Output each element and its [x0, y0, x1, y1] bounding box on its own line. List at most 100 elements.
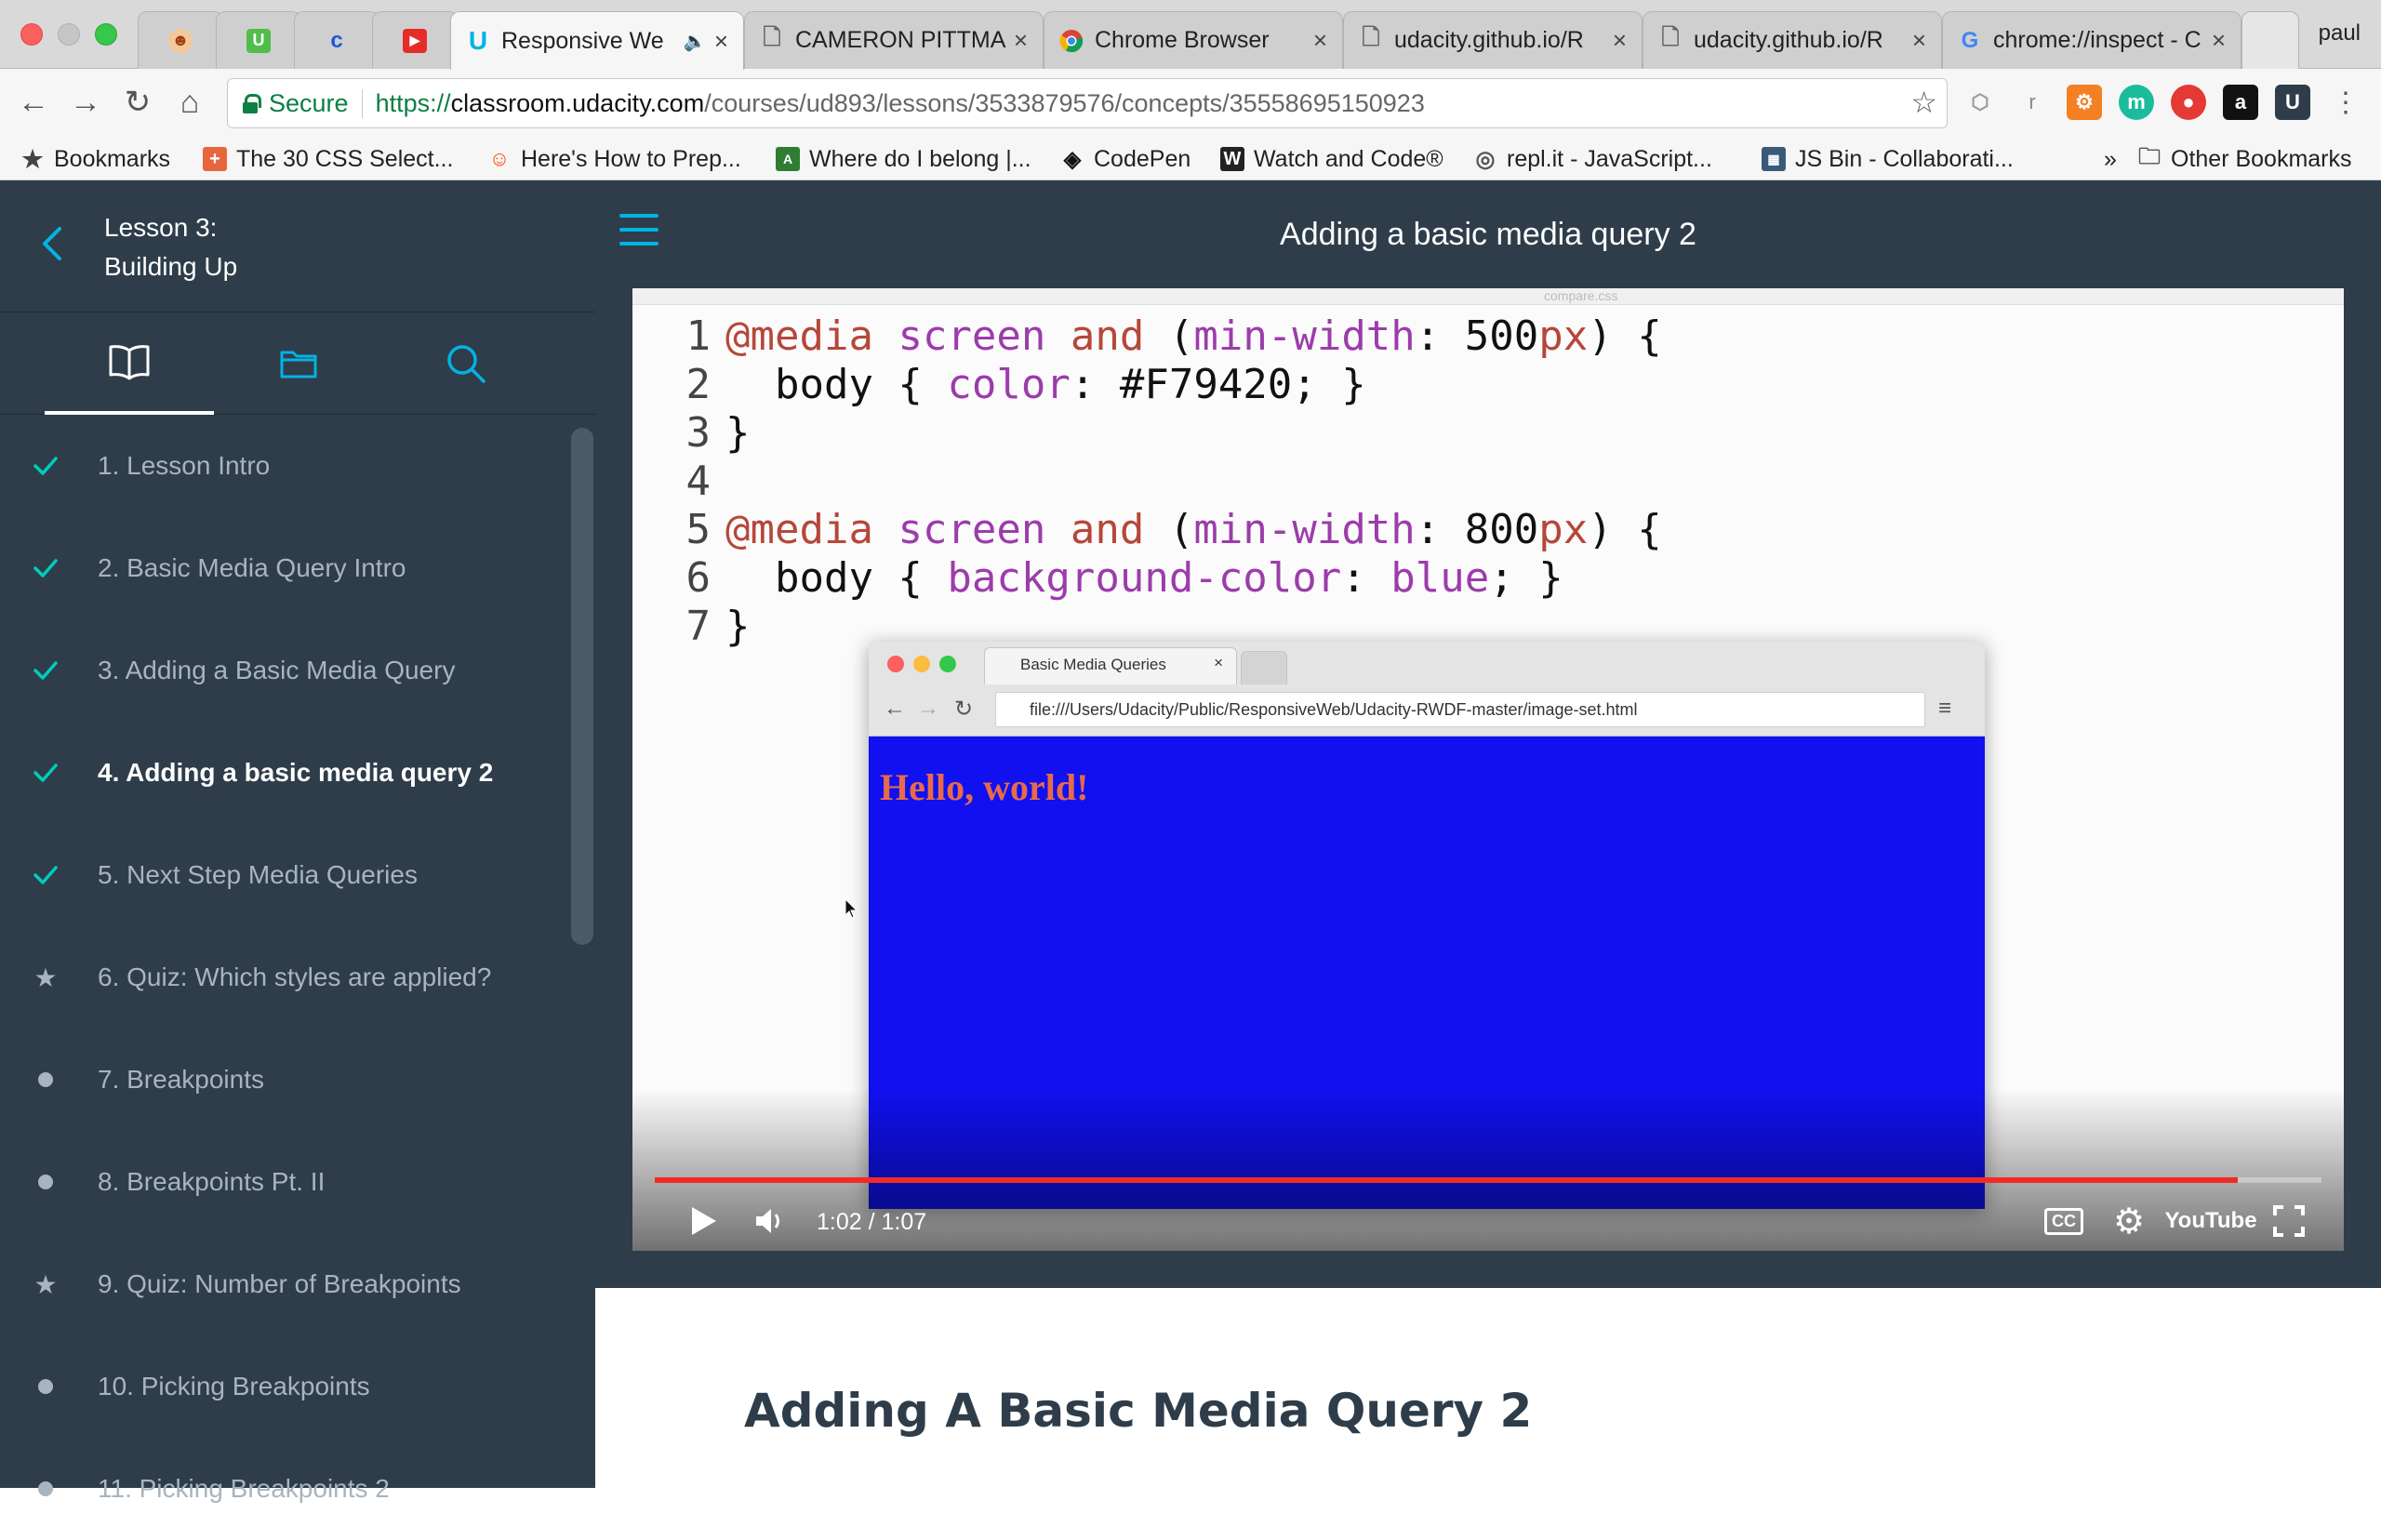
line-number: 5 [685, 506, 712, 553]
new-tab-button[interactable] [2241, 11, 2299, 69]
close-icon[interactable]: × [2212, 26, 2226, 55]
star-icon: ★ [33, 1269, 58, 1299]
bookmarks-bar: ★ Bookmarks + The 30 CSS Select... ☺ Her… [0, 138, 2381, 180]
tab-chrome-browser[interactable]: Chrome Browser × [1044, 11, 1343, 69]
forward-arrow-icon[interactable]: → [65, 82, 106, 123]
bookmark-jsbin[interactable]: ▦ JS Bin - Collaborati... [1762, 143, 2014, 175]
speaker-icon[interactable]: 🔈 [684, 30, 707, 53]
bookmark-star-icon[interactable]: ☆ [1910, 85, 1937, 120]
tab-resources[interactable] [214, 312, 383, 415]
window-maximize-button[interactable] [95, 23, 117, 46]
tab-strip: ☻ U c ▶ U Responsive We 🔈 × 🗋 CAMERON PI… [0, 0, 2381, 70]
dot-icon [32, 1066, 60, 1094]
concept-label: 5. Next Step Media Queries [98, 860, 418, 889]
bookmark-where-do-i-belong[interactable]: A Where do I belong |... [776, 143, 1031, 175]
close-icon[interactable]: × [1912, 26, 1926, 55]
editor-titlebar: compare.css [632, 288, 2344, 305]
tab-udacity-github-2[interactable]: 🗋 udacity.github.io/R × [1643, 11, 1942, 69]
close-icon[interactable]: × [714, 27, 728, 56]
hamburger-menu-icon[interactable] [619, 214, 658, 247]
tab-c[interactable]: c [294, 11, 379, 69]
line-number: 6 [685, 554, 712, 602]
close-icon[interactable]: × [1313, 26, 1327, 55]
m-ext-icon[interactable]: m [2119, 85, 2154, 120]
tab-title: udacity.github.io/R [1394, 27, 1584, 53]
star-icon: ★ [33, 962, 58, 992]
c-icon: c [330, 27, 343, 53]
bookmarks-overflow-button[interactable]: » [2104, 143, 2117, 175]
menu-icon: ≡ [1938, 696, 1952, 721]
amazon-ext-icon[interactable]: a [2223, 85, 2258, 120]
search-icon [447, 345, 486, 383]
bookmark-watch-and-code[interactable]: W Watch and Code® [1220, 143, 1443, 175]
sidebar-scrollbar[interactable] [571, 428, 593, 945]
cube-ext-icon[interactable]: ⬡ [1962, 85, 1998, 120]
close-icon: × [1214, 654, 1223, 671]
bookmark-codepen[interactable]: ◈ CodePen [1060, 143, 1190, 175]
menu-dots-icon[interactable]: ⋮ [2325, 82, 2366, 123]
hubspot-ext-icon[interactable]: ⚙ [2067, 85, 2102, 120]
udacity-ext-icon[interactable]: U [2275, 85, 2310, 120]
window-close-button[interactable] [20, 23, 43, 46]
check-icon [32, 759, 60, 787]
other-bookmarks[interactable]: 🗀 Other Bookmarks [2137, 143, 2352, 175]
chrome-icon [1059, 29, 1084, 53]
r-ext-icon[interactable]: r [2015, 85, 2050, 120]
code-text: @media screen and (min-width: 800px) { [725, 506, 1662, 553]
chevron-left-icon[interactable] [39, 225, 67, 262]
folder-icon: 🗀 [2138, 143, 2161, 169]
back-arrow-icon[interactable]: ← [13, 82, 54, 123]
concept-item[interactable]: 7. Breakpoints [0, 1029, 567, 1131]
concept-item[interactable]: 3. Adding a Basic Media Query [0, 619, 567, 722]
concept-item[interactable]: ★ 6. Quiz: Which styles are applied? [0, 926, 567, 1029]
demo-tab-label: Basic Media Queries [1020, 656, 1166, 673]
tomato-ext-icon[interactable]: ● [2171, 85, 2206, 120]
tab-youtube[interactable]: ▶ [372, 11, 458, 69]
tab-concepts[interactable] [45, 312, 214, 415]
jsbin-icon: ▦ [1762, 147, 1786, 171]
lesson-number: Lesson 3: [104, 213, 218, 242]
udemy-icon: U [246, 28, 271, 53]
concept-item[interactable]: 5. Next Step Media Queries [0, 824, 567, 926]
bookmark-bookmarks[interactable]: ★ Bookmarks [20, 143, 170, 175]
concept-item[interactable]: 10. Picking Breakpoints [0, 1335, 567, 1438]
check-icon [32, 554, 60, 582]
line-number: 1 [685, 312, 712, 360]
google-icon: G [1961, 27, 1979, 53]
address-bar[interactable]: Secure https:// classroom.udacity.com /c… [227, 78, 1948, 128]
code-text: } [725, 409, 751, 457]
concept-item[interactable]: 11. Picking Breakpoints 2 [0, 1438, 567, 1540]
bookmark-css-selectors[interactable]: + The 30 CSS Select... [203, 143, 453, 175]
concept-item[interactable]: 8. Breakpoints Pt. II [0, 1131, 567, 1233]
demo-heading: Hello, world! [880, 766, 1089, 808]
bookmark-replit[interactable]: ◎ repl.it - JavaScript... [1473, 143, 1712, 175]
bookmark-label: Bookmarks [54, 145, 171, 172]
concept-item-current[interactable]: 4. Adding a basic media query 2 [0, 722, 567, 824]
code-text: } [725, 603, 751, 650]
lesson-name: Building Up [104, 252, 238, 281]
concept-item[interactable]: ★ 9. Quiz: Number of Breakpoints [0, 1233, 567, 1335]
close-icon[interactable]: × [1014, 26, 1028, 55]
concept-item[interactable]: 2. Basic Media Query Intro [0, 517, 567, 619]
reload-icon[interactable]: ↻ [117, 82, 158, 123]
close-icon[interactable]: × [1613, 26, 1627, 55]
lesson-sidebar: Lesson 3: Building Up 1. Lesson Intro 2.… [0, 180, 595, 1503]
tab-udemy[interactable]: U [216, 11, 301, 69]
profile-name[interactable]: paul [2319, 20, 2361, 46]
bookmark-label: JS Bin - Collaborati... [1795, 145, 2014, 172]
concept-item[interactable]: 1. Lesson Intro [0, 415, 567, 517]
tab-udacity-github-1[interactable]: 🗋 udacity.github.io/R × [1343, 11, 1643, 69]
bookmark-label: Where do I belong |... [809, 145, 1031, 172]
window-minimize-button[interactable] [58, 23, 80, 46]
forward-arrow-icon: → [917, 696, 939, 721]
home-icon[interactable]: ⌂ [169, 82, 210, 123]
lesson-title: Lesson 3: Building Up [104, 208, 237, 286]
bookmark-heres-how[interactable]: ☺ Here's How to Prep... [487, 143, 741, 175]
concept-label: 2. Basic Media Query Intro [98, 553, 406, 582]
bookmark-label: Watch and Code® [1254, 145, 1443, 172]
tab-cameron[interactable]: 🗋 CAMERON PITTMA × [744, 11, 1044, 69]
tab-responsive-web[interactable]: U Responsive We 🔈 × [450, 11, 744, 70]
tab-search[interactable] [381, 312, 551, 415]
tab-monkey[interactable]: ☻ [138, 11, 223, 69]
tab-chrome-inspect[interactable]: G chrome://inspect - C × [1942, 11, 2241, 69]
